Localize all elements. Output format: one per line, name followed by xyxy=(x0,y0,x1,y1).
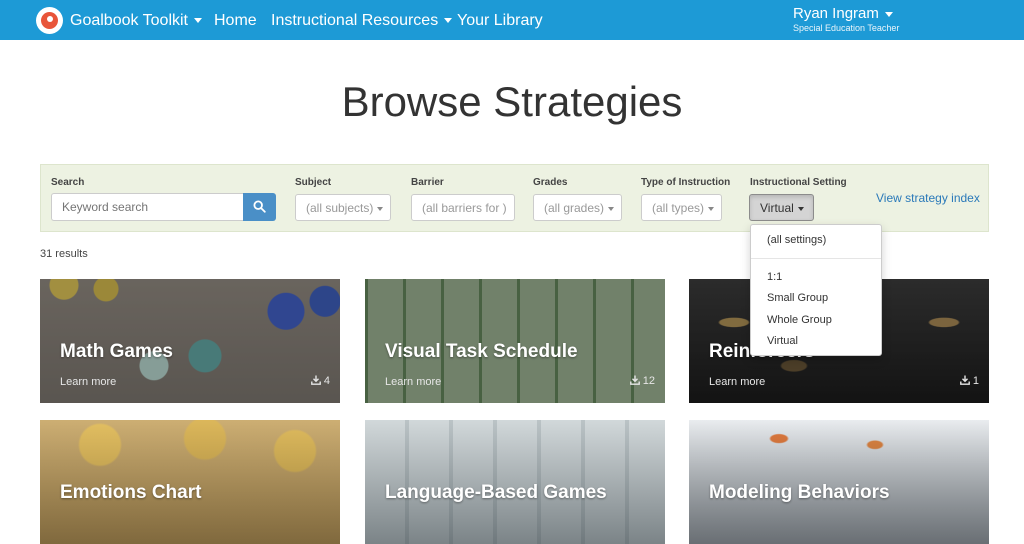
chevron-down-icon xyxy=(797,206,804,211)
search-input[interactable] xyxy=(51,193,243,221)
menu-item-small-group[interactable]: Small Group xyxy=(751,288,881,308)
setting-select[interactable]: Virtual xyxy=(749,194,814,221)
type-select-value: (all types) xyxy=(652,201,705,215)
strategy-card-visual-task-schedule[interactable]: Visual Task Schedule Learn more 12 xyxy=(365,279,665,403)
menu-item-virtual[interactable]: Virtual xyxy=(751,331,881,351)
page-title: Browse Strategies xyxy=(341,78,683,125)
strategy-card-modeling-behaviors[interactable]: Modeling Behaviors xyxy=(689,420,989,544)
menu-item-1-1[interactable]: 1:1 xyxy=(751,267,881,287)
nav-resources-label: Instructional Resources xyxy=(271,12,439,29)
nav-home-link[interactable]: Home xyxy=(214,12,257,30)
chevron-down-icon xyxy=(444,18,453,24)
strategy-card-math-games[interactable]: Math Games Learn more 4 xyxy=(40,279,340,403)
type-label: Type of Instruction xyxy=(641,177,731,188)
subject-label: Subject xyxy=(295,177,332,188)
barrier-select-value: (all barriers for ) xyxy=(422,201,507,215)
learn-more-link[interactable]: Learn more xyxy=(60,376,116,388)
brand-label: Goalbook Toolkit xyxy=(70,12,188,29)
grades-select[interactable]: (all grades) xyxy=(533,194,622,221)
card-title: Visual Task Schedule xyxy=(385,341,578,362)
card-title: Language-Based Games xyxy=(385,482,607,503)
download-icon xyxy=(629,375,640,385)
learn-more-link[interactable]: Learn more xyxy=(385,376,441,388)
barrier-select[interactable]: (all barriers for ) xyxy=(411,194,515,221)
grades-label: Grades xyxy=(533,177,568,188)
setting-label: Instructional Setting xyxy=(750,177,847,188)
subject-select[interactable]: (all subjects) xyxy=(295,194,391,221)
strategy-card-emotions-chart[interactable]: Emotions Chart xyxy=(40,420,340,544)
card-title: Math Games xyxy=(60,341,173,362)
card-title: Emotions Chart xyxy=(60,482,202,503)
search-icon xyxy=(253,200,266,213)
user-role: Special Education Teacher xyxy=(793,23,900,33)
setting-dropdown-menu: (all settings) 1:1 Small Group Whole Gro… xyxy=(750,224,882,356)
chevron-down-icon xyxy=(377,206,384,211)
setting-select-value: Virtual xyxy=(760,201,794,215)
menu-item-whole-group[interactable]: Whole Group xyxy=(751,310,881,330)
user-menu[interactable]: Ryan Ingram Special Education Teacher xyxy=(793,5,899,33)
brand-menu[interactable]: Goalbook Toolkit xyxy=(36,7,202,34)
barrier-label: Barrier xyxy=(411,177,444,188)
nav-library-link[interactable]: Your Library xyxy=(457,12,543,30)
chevron-down-icon xyxy=(608,206,615,211)
search-button[interactable] xyxy=(243,193,276,221)
nav-resources-menu[interactable]: Instructional Resources xyxy=(271,12,453,30)
grades-select-value: (all grades) xyxy=(544,201,605,215)
chevron-down-icon xyxy=(884,11,893,17)
search-label: Search xyxy=(51,177,85,188)
chevron-down-icon xyxy=(194,18,202,24)
download-icon xyxy=(310,375,321,385)
subject-select-value: (all subjects) xyxy=(306,201,374,215)
download-count: 12 xyxy=(629,375,655,387)
type-select[interactable]: (all types) xyxy=(641,194,722,221)
user-name: Ryan Ingram xyxy=(793,5,879,22)
download-icon xyxy=(959,375,970,385)
menu-divider xyxy=(751,258,881,259)
learn-more-link[interactable]: Learn more xyxy=(709,376,765,388)
results-count: 31 results xyxy=(40,248,88,260)
chevron-down-icon xyxy=(708,206,715,211)
menu-item-all-settings[interactable]: (all settings) xyxy=(751,230,881,250)
download-count: 4 xyxy=(310,375,330,387)
download-count: 1 xyxy=(959,375,979,387)
card-title: Modeling Behaviors xyxy=(709,482,890,503)
strategy-index-link[interactable]: View strategy index xyxy=(876,191,980,205)
top-navbar: Goalbook Toolkit Home Instructional Reso… xyxy=(0,0,1024,40)
filter-bar: Search Subject (all subjects) Barrier (a… xyxy=(40,164,989,232)
strategy-card-language-based-games[interactable]: Language-Based Games xyxy=(365,420,665,544)
goalbook-logo-icon xyxy=(36,7,63,34)
